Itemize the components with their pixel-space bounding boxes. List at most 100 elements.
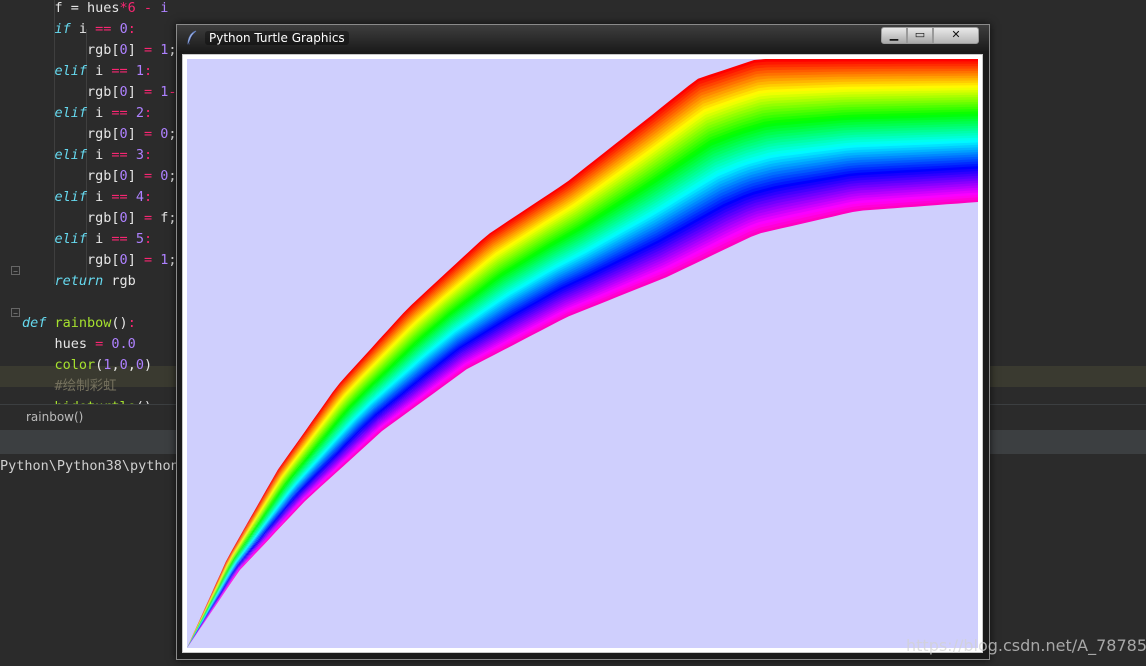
code-line[interactable]: color(1,0,0) bbox=[22, 355, 153, 376]
code-token: 2 bbox=[127, 105, 144, 121]
close-button[interactable]: ✕ bbox=[933, 27, 979, 44]
code-token: 0 bbox=[152, 126, 169, 142]
code-token: : bbox=[127, 315, 136, 331]
code-token: = bbox=[143, 210, 153, 226]
code-token: == bbox=[111, 189, 128, 205]
code-line[interactable]: elif i == 2: bbox=[22, 103, 153, 124]
code-token: i bbox=[87, 63, 112, 79]
minimize-icon: ▁ bbox=[889, 28, 899, 41]
code-token: ] bbox=[127, 126, 144, 142]
code-token: == bbox=[111, 105, 128, 121]
code-token: , bbox=[111, 357, 120, 373]
code-line[interactable]: rgb[0] = 1- bbox=[22, 82, 176, 103]
code-line[interactable]: hideturtle() bbox=[22, 397, 153, 404]
code-token: rgb[ bbox=[22, 84, 120, 100]
code-line[interactable]: rgb[0] = f; bbox=[22, 208, 176, 229]
code-token: 5 bbox=[127, 231, 144, 247]
code-token: color bbox=[22, 357, 96, 373]
code-line[interactable]: f = hues*6 - i bbox=[22, 0, 169, 19]
window-titlebar[interactable]: Python Turtle Graphics ▁ ▭ ✕ bbox=[177, 25, 989, 51]
code-token: : bbox=[143, 189, 153, 205]
code-token: 1 bbox=[152, 252, 169, 268]
code-token: #绘制彩虹 bbox=[22, 378, 117, 394]
code-line[interactable]: def rainbow(): bbox=[22, 313, 136, 334]
code-token: i bbox=[87, 231, 112, 247]
code-token: ] bbox=[127, 84, 144, 100]
code-token: 0 bbox=[119, 84, 128, 100]
feather-icon bbox=[187, 30, 197, 46]
code-token: = bbox=[143, 42, 153, 58]
code-line[interactable]: elif i == 5: bbox=[22, 229, 153, 250]
code-token: = bbox=[143, 252, 153, 268]
code-line[interactable]: hues = 0.0 bbox=[22, 334, 136, 355]
code-token: ] bbox=[127, 210, 144, 226]
code-line[interactable]: rgb[0] = 0; bbox=[22, 166, 176, 187]
canvas-frame bbox=[182, 54, 983, 653]
code-token: rgb[ bbox=[22, 168, 120, 184]
code-token: 0 bbox=[119, 357, 128, 373]
code-token: rgb[ bbox=[22, 210, 120, 226]
code-token: 0.0 bbox=[103, 336, 136, 352]
window-title: Python Turtle Graphics bbox=[205, 31, 349, 45]
code-token: = bbox=[143, 168, 153, 184]
code-line[interactable]: rgb[0] = 0; bbox=[22, 124, 176, 145]
code-token: def bbox=[22, 315, 47, 331]
code-token: i bbox=[70, 21, 96, 37]
code-token: 1 bbox=[127, 63, 144, 79]
code-token: 1 bbox=[152, 84, 169, 100]
code-token: ] bbox=[127, 42, 144, 58]
code-line[interactable]: elif i == 1: bbox=[22, 61, 153, 82]
code-token: i bbox=[160, 0, 169, 16]
code-token: i bbox=[87, 105, 112, 121]
fold-marker-icon[interactable]: − bbox=[11, 266, 20, 276]
code-token: == bbox=[95, 21, 112, 37]
code-token: , bbox=[127, 357, 136, 373]
code-token: : bbox=[143, 231, 153, 247]
code-token: == bbox=[111, 63, 128, 79]
minimize-button[interactable]: ▁ bbox=[881, 27, 907, 44]
code-token: rgb[ bbox=[22, 42, 120, 58]
code-token: elif bbox=[22, 147, 88, 163]
code-token: elif bbox=[22, 105, 88, 121]
code-token: = bbox=[143, 126, 153, 142]
code-token: : bbox=[143, 147, 153, 163]
code-line[interactable]: #绘制彩虹 bbox=[22, 376, 117, 397]
code-token: 0 bbox=[119, 126, 128, 142]
code-token: f; bbox=[152, 210, 177, 226]
breadcrumb[interactable]: rainbow() bbox=[26, 410, 83, 424]
code-token: elif bbox=[22, 63, 88, 79]
code-line[interactable]: return rgb bbox=[22, 271, 136, 292]
fold-marker-icon[interactable]: − bbox=[11, 308, 20, 318]
code-token: 0 bbox=[119, 42, 128, 58]
code-token: 0 bbox=[119, 168, 128, 184]
code-token: = bbox=[143, 84, 153, 100]
turtle-canvas[interactable] bbox=[187, 59, 978, 648]
code-token: *6 - bbox=[119, 0, 161, 16]
code-token: 0 bbox=[135, 357, 144, 373]
code-token: rgb[ bbox=[22, 252, 120, 268]
code-line[interactable]: elif i == 4: bbox=[22, 187, 153, 208]
code-token: rgb[ bbox=[22, 126, 120, 142]
code-token: : bbox=[143, 105, 153, 121]
console-output-line: Python\Python38\python bbox=[0, 458, 179, 474]
code-token: i bbox=[87, 189, 112, 205]
code-line[interactable]: if i == 0: bbox=[22, 19, 136, 40]
code-line[interactable]: elif i == 3: bbox=[22, 145, 153, 166]
code-token: 0 bbox=[119, 210, 128, 226]
code-token: () bbox=[111, 315, 128, 331]
code-token: : bbox=[143, 63, 153, 79]
code-token: elif bbox=[22, 189, 88, 205]
code-line[interactable]: rgb[0] = 1; bbox=[22, 250, 176, 271]
turtle-graphics-window[interactable]: Python Turtle Graphics ▁ ▭ ✕ bbox=[176, 24, 990, 660]
code-token: ) bbox=[144, 357, 153, 373]
code-token: hues bbox=[87, 0, 120, 16]
code-token: == bbox=[111, 231, 128, 247]
code-token: 3 bbox=[127, 147, 144, 163]
code-token: if bbox=[22, 21, 71, 37]
code-line[interactable]: rgb[0] = 1; bbox=[22, 40, 176, 61]
code-token: i bbox=[87, 147, 112, 163]
code-token: 0 bbox=[152, 168, 169, 184]
code-token: hues bbox=[22, 336, 96, 352]
maximize-button[interactable]: ▭ bbox=[907, 27, 933, 44]
maximize-icon: ▭ bbox=[914, 28, 926, 41]
